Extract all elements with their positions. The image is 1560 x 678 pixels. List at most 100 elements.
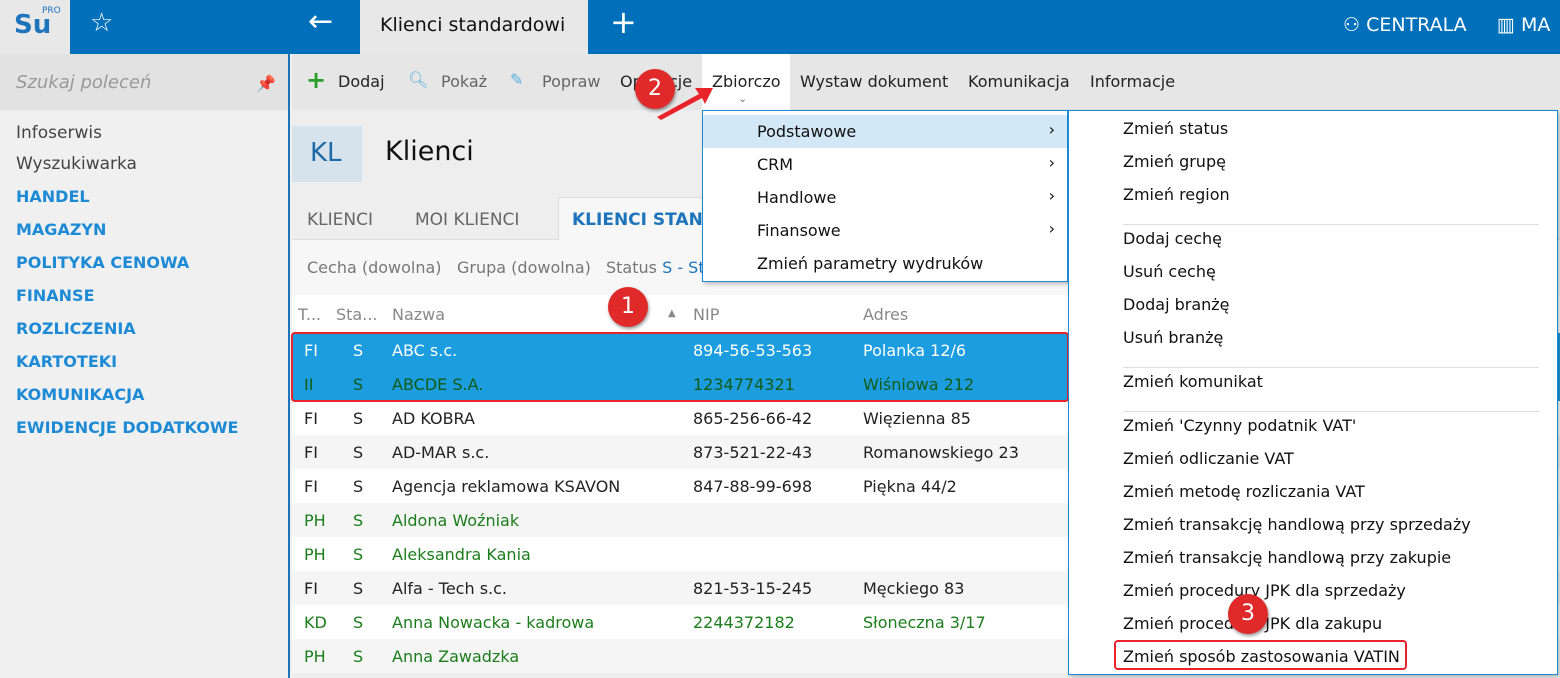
filter-status[interactable]: Status S - St: [606, 258, 705, 277]
command-search-input[interactable]: Szukaj poleceń: [0, 54, 288, 110]
menu-separator: [1123, 411, 1539, 412]
cell-t: FI: [304, 409, 318, 428]
brush-icon: ✎: [510, 70, 524, 89]
logo-sup: PRO: [42, 6, 61, 16]
submenu-item[interactable]: Zmień region: [1123, 185, 1230, 204]
menu-item-crm[interactable]: CRM ›: [703, 148, 1067, 181]
dodaj-button[interactable]: Dodaj: [338, 72, 385, 91]
menu-label: Handlowe: [757, 188, 837, 207]
sidebar: Szukaj poleceń 📌 Infoserwis Wyszukiwarka…: [0, 54, 290, 678]
column-header-nip[interactable]: NIP: [693, 305, 719, 324]
column-header-adres[interactable]: Adres: [863, 305, 908, 324]
sidebar-item-wyszukiwarka[interactable]: Wyszukiwarka: [16, 154, 137, 174]
cell-adres: Romanowskiego 23: [863, 443, 1019, 462]
sidebar-item-infoserwis[interactable]: Infoserwis: [16, 123, 102, 143]
annotation-badge-3: 3: [1228, 594, 1268, 634]
cell-nazwa: Aldona Woźniak: [392, 511, 520, 530]
pin-icon[interactable]: 📌: [256, 74, 276, 93]
back-arrow-icon[interactable]: ←: [308, 4, 333, 39]
cell-nazwa: AD-MAR s.c.: [392, 443, 490, 462]
pokaz-button[interactable]: Pokaż: [441, 72, 487, 91]
annotation-arrow: [657, 88, 713, 120]
zbiorczo-button[interactable]: Zbiorczo: [712, 72, 781, 91]
star-icon[interactable]: ☆: [90, 8, 113, 38]
status-value: S - St: [662, 258, 705, 277]
submenu-item[interactable]: Dodaj branżę: [1123, 295, 1230, 314]
submenu-item[interactable]: Zmień metodę rozliczania VAT: [1123, 482, 1365, 501]
filter-cecha[interactable]: Cecha (dowolna): [307, 258, 442, 277]
menu-item-finansowe[interactable]: Finansowe ›: [703, 214, 1067, 247]
cell-nazwa: Anna Zawadzka: [392, 647, 520, 666]
menu-label: Podstawowe: [757, 122, 857, 141]
column-header-nazwa[interactable]: Nazwa: [392, 305, 445, 324]
chevron-right-icon: ›: [1048, 186, 1055, 205]
centrala-label: CENTRALA: [1366, 14, 1467, 36]
submenu-item[interactable]: Zmień transakcję handlową przy sprzedaży: [1123, 515, 1471, 534]
cell-t: FI: [304, 579, 318, 598]
tab-klienci-standardowi[interactable]: KLIENCI STAN: [572, 210, 703, 230]
building-icon: ▥: [1497, 14, 1521, 36]
sort-asc-icon: ▲: [668, 308, 676, 319]
submenu-item[interactable]: Zmień procedury JPK dla sprzedaży: [1123, 581, 1406, 600]
magazyn-button[interactable]: ▥ MA: [1497, 14, 1550, 36]
submenu-item[interactable]: Dodaj cechę: [1123, 229, 1222, 248]
popraw-button[interactable]: Popraw: [542, 72, 601, 91]
informacje-button[interactable]: Informacje: [1090, 72, 1175, 91]
status-label: Status: [606, 258, 657, 277]
submenu-item[interactable]: Zmień status: [1123, 119, 1228, 138]
plus-icon: +: [306, 66, 327, 94]
sidebar-item-ewidencje-dodatkowe[interactable]: EWIDENCJE DODATKOWE: [16, 418, 238, 437]
plus-icon[interactable]: +: [610, 3, 637, 41]
sidebar-item-kartoteki[interactable]: KARTOTEKI: [16, 352, 117, 371]
module-badge: KL: [292, 126, 362, 182]
cell-nip: 847-88-99-698: [693, 477, 813, 496]
cell-nip: 2244372182: [693, 613, 795, 632]
cell-nazwa: Aleksandra Kania: [392, 545, 531, 564]
cell-nip: 873-521-22-43: [693, 443, 813, 462]
annotation-badge-1: 1: [608, 287, 648, 327]
cell-s: S: [353, 545, 364, 564]
menu-item-podstawowe[interactable]: Podstawowe ›: [703, 115, 1067, 148]
submenu-item[interactable]: Zmień komunikat: [1123, 372, 1263, 391]
sidebar-item-rozliczenia[interactable]: ROZLICZENIA: [16, 319, 136, 338]
cell-s: S: [353, 443, 364, 462]
sidebar-item-polityka-cenowa[interactable]: POLITYKA CENOWA: [16, 253, 189, 272]
cell-adres: Piękna 44/2: [863, 477, 957, 496]
cell-s: S: [353, 613, 364, 632]
cell-nip: 865-256-66-42: [693, 409, 813, 428]
tab-klienci[interactable]: KLIENCI: [307, 210, 373, 230]
centrala-button[interactable]: ⚇ CENTRALA: [1343, 14, 1467, 36]
cell-s: S: [353, 409, 364, 428]
wystaw-dokument-button[interactable]: Wystaw dokument: [800, 72, 948, 91]
menu-label: Finansowe: [757, 221, 841, 240]
submenu-item[interactable]: Zmień grupę: [1123, 152, 1226, 171]
tab-klienci-standardowi[interactable]: Klienci standardowi: [360, 0, 588, 54]
vatin-highlight: [1114, 640, 1407, 670]
submenu-item[interactable]: Usuń branżę: [1123, 328, 1223, 347]
submenu-item[interactable]: Zmień odliczanie VAT: [1123, 449, 1294, 468]
menu-label: CRM: [757, 155, 794, 174]
filter-grupa[interactable]: Grupa (dowolna): [457, 258, 591, 277]
sidebar-item-komunikacja[interactable]: KOMUNIKACJA: [16, 385, 144, 404]
cell-s: S: [353, 579, 364, 598]
komunikacja-button[interactable]: Komunikacja: [968, 72, 1070, 91]
network-icon: ⚇: [1343, 14, 1367, 36]
sidebar-item-handel[interactable]: HANDEL: [16, 187, 90, 206]
column-header-status[interactable]: Sta...: [336, 305, 378, 324]
top-bar: [0, 0, 1560, 54]
tab-moi-klienci[interactable]: MOI KLIENCI: [415, 210, 519, 230]
menu-separator: [1123, 224, 1539, 225]
menu-item-zmien-parametry-wydrukow[interactable]: Zmień parametry wydruków: [703, 247, 1067, 280]
column-header-typ[interactable]: T...: [298, 305, 321, 324]
sidebar-item-magazyn[interactable]: MAGAZYN: [16, 220, 106, 239]
cell-nazwa: Anna Nowacka - kadrowa: [392, 613, 595, 632]
cell-s: S: [353, 477, 364, 496]
menu-item-handlowe[interactable]: Handlowe ›: [703, 181, 1067, 214]
submenu-item[interactable]: Zmień transakcję handlową przy zakupie: [1123, 548, 1451, 567]
submenu-item[interactable]: Zmień 'Czynny podatnik VAT': [1123, 416, 1356, 435]
submenu-item[interactable]: Usuń cechę: [1123, 262, 1216, 281]
sidebar-item-finanse[interactable]: FINANSE: [16, 286, 95, 305]
chevron-down-icon: ⌄: [738, 92, 748, 105]
app-logo: Su PRO: [0, 0, 70, 54]
cell-nazwa: Alfa - Tech s.c.: [392, 579, 507, 598]
